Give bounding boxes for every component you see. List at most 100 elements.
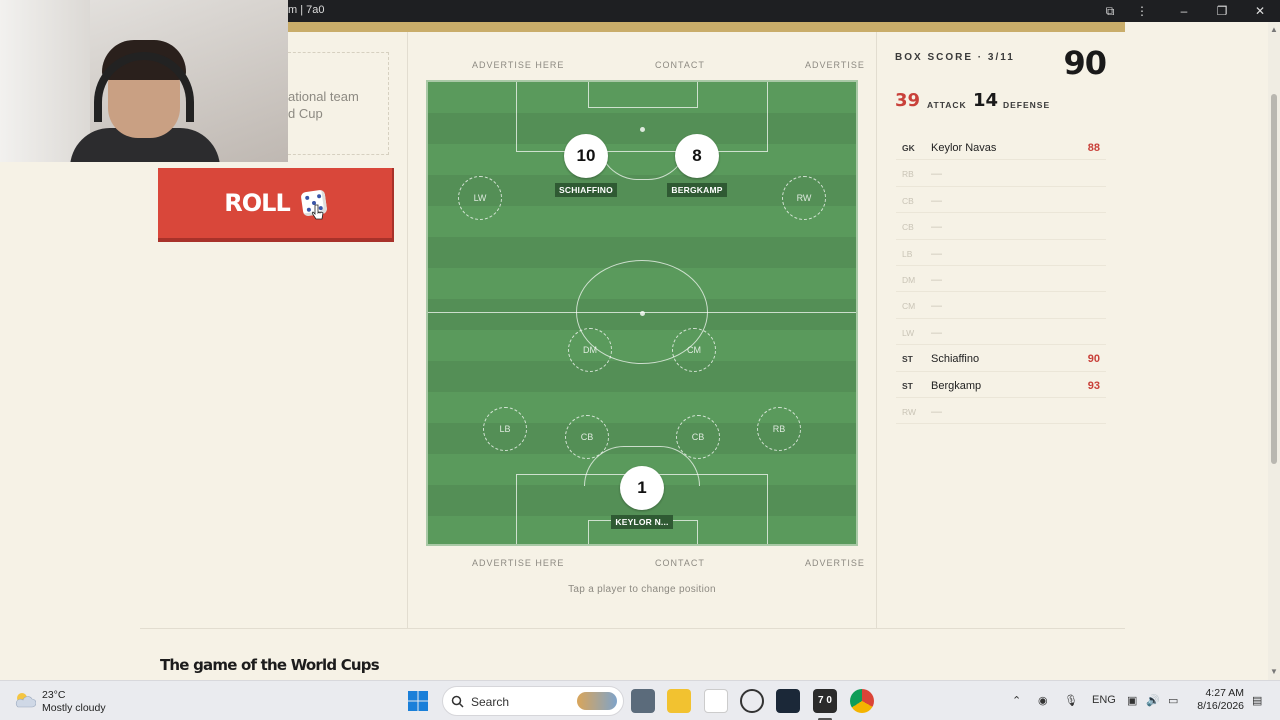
promo-line-1: ational team [288, 89, 359, 104]
active-app-icon[interactable]: 7 0 [813, 689, 837, 713]
slot-cb-left[interactable]: CB [565, 415, 609, 459]
roster-row-rb[interactable]: RB — [896, 160, 1106, 187]
player-token-keylor-navas[interactable]: 1 KEYLOR N... [597, 466, 687, 530]
close-button[interactable]: ✕ [1250, 2, 1270, 20]
slot-cm[interactable]: CM [672, 328, 716, 372]
roster-position: CM [902, 301, 916, 312]
player-name-tag: KEYLOR N... [611, 515, 673, 529]
maximize-button[interactable]: ❐ [1212, 2, 1232, 20]
slot-lb[interactable]: LB [483, 407, 527, 451]
ad-link-contact[interactable]: CONTACT [655, 558, 705, 568]
ad-link-contact[interactable]: CONTACT [655, 60, 705, 70]
slot-rw[interactable]: RW [782, 176, 826, 220]
roll-button[interactable]: ROLL [158, 168, 394, 242]
task-view-icon[interactable] [631, 689, 655, 713]
player-token-schiaffino[interactable]: 10 SCHIAFFINO [541, 134, 631, 198]
slot-cb-right[interactable]: CB [676, 415, 720, 459]
speaker-icon[interactable]: 🔊 [1146, 694, 1160, 707]
roster-row-st[interactable]: ST Bergkamp 93 [896, 372, 1106, 398]
wifi-icon[interactable]: ▣ [1127, 694, 1137, 707]
box-score-total: 90 [1063, 44, 1107, 82]
scroll-down-icon[interactable]: ▼ [1270, 668, 1278, 676]
roster-position: RW [902, 406, 917, 417]
top-goal-box [588, 82, 698, 108]
taskbar-clock[interactable]: 4:27 AM 8/16/2026 [1196, 687, 1244, 713]
roster-player-name: — [931, 405, 942, 418]
roster-player-name: — [931, 221, 942, 234]
ad-link-advertise-here[interactable]: ADVERTISE HERE [472, 60, 564, 70]
roster-player-name: — [931, 326, 942, 339]
box-score-roster: GK Keylor Navas 88 RB — CB — CB — LB — DM — CM — LW — ST S… [896, 134, 1106, 425]
slot-dm[interactable]: DM [568, 328, 612, 372]
weather-temp: 23°C [42, 689, 66, 701]
roster-row-cb[interactable]: CB — [896, 213, 1106, 240]
roster-row-gk[interactable]: GK Keylor Navas 88 [896, 134, 1106, 161]
more-menu-icon[interactable]: ⋮ [1132, 2, 1152, 20]
search-icon [451, 695, 464, 708]
roster-rating: 88 [1087, 142, 1100, 154]
security-icon[interactable]: ◉ [1038, 694, 1048, 707]
footer-title: The game of the World Cups [160, 656, 380, 674]
roster-row-dm[interactable]: DM — [896, 266, 1106, 293]
football-pitch: LW RW DM CM LB CB CB RB 10 SCHIAFFINO 8 … [426, 80, 858, 546]
roster-position: CB [902, 195, 914, 206]
search-label: Search [471, 695, 510, 709]
roster-player-name: — [931, 168, 942, 181]
battery-icon[interactable]: ▭ [1168, 694, 1178, 707]
column-divider-left [407, 32, 408, 628]
page-scrollbar[interactable]: ▲ ▼ [1268, 22, 1280, 680]
roster-row-rw[interactable]: RW — [896, 398, 1106, 425]
roster-rating: 90 [1087, 353, 1100, 366]
promo-line-2: d Cup [288, 106, 323, 121]
ad-link-advertise-here[interactable]: ADVERTISE HERE [472, 558, 564, 568]
chrome-icon[interactable] [850, 689, 874, 713]
section-divider [140, 628, 1125, 629]
taskbar-search[interactable]: Search [442, 686, 624, 716]
ad-link-advertise[interactable]: ADVERTISE [805, 60, 865, 70]
roster-row-lw[interactable]: LW — [896, 319, 1106, 346]
roster-position: RB [902, 169, 914, 180]
windows-icon[interactable] [406, 689, 430, 713]
scrollbar-thumb[interactable] [1271, 94, 1277, 464]
player-token-bergkamp[interactable]: 8 BERGKAMP [652, 134, 742, 198]
player-number: 1 [620, 466, 664, 510]
player-number: 10 [564, 134, 608, 178]
roster-position: ST [902, 380, 913, 391]
roster-position: ST [902, 354, 913, 365]
roster-player-name: Keylor Navas [931, 142, 997, 154]
file-explorer-icon[interactable] [667, 689, 691, 713]
tap-hint: Tap a player to change position [568, 584, 716, 595]
notification-icon[interactable]: ▤ [1252, 694, 1262, 707]
ad-link-advertise[interactable]: ADVERTISE [805, 558, 865, 568]
windows-taskbar: 23°C Mostly cloudy Search 7 0 ⌃ ◉ 🎙 ENG … [0, 680, 1280, 720]
promo-card[interactable]: ational team d Cup [288, 52, 389, 155]
scroll-up-icon[interactable]: ▲ [1270, 26, 1278, 34]
roster-player-name: — [931, 273, 942, 286]
steam-icon[interactable] [776, 689, 800, 713]
mic-icon[interactable]: 🎙 [1064, 694, 1078, 707]
app-icon-circle[interactable] [740, 689, 764, 713]
roll-button-label: ROLL [224, 189, 290, 217]
cursor-icon [312, 204, 324, 220]
language-indicator[interactable]: ENG [1092, 694, 1116, 706]
clock-date: 8/16/2026 [1197, 700, 1244, 712]
slot-lw[interactable]: LW [458, 176, 502, 220]
slot-rb[interactable]: RB [757, 407, 801, 451]
extensions-icon[interactable]: ⧉ [1100, 2, 1120, 20]
roster-row-cb[interactable]: CB — [896, 187, 1106, 214]
roster-player-name: — [931, 247, 942, 260]
roster-player-name: Schiaffino [931, 353, 980, 366]
roster-player-name: — [931, 194, 942, 207]
chevron-up-icon[interactable]: ⌃ [1012, 694, 1021, 707]
roster-row-st[interactable]: ST Schiaffino 90 [896, 345, 1106, 372]
roster-row-lb[interactable]: LB — [896, 240, 1106, 266]
roster-row-cm[interactable]: CM — [896, 292, 1106, 319]
roster-position: GK [902, 143, 915, 153]
app-icon-notes[interactable] [704, 689, 728, 713]
top-penalty-spot [640, 127, 645, 132]
roster-player-name: Bergkamp [931, 379, 982, 392]
center-spot [640, 311, 645, 316]
webcam-overlay [0, 0, 288, 162]
minimize-button[interactable]: – [1174, 2, 1194, 20]
ad-row-bottom: ADVERTISE HERE CONTACT ADVERTISE [426, 552, 864, 574]
